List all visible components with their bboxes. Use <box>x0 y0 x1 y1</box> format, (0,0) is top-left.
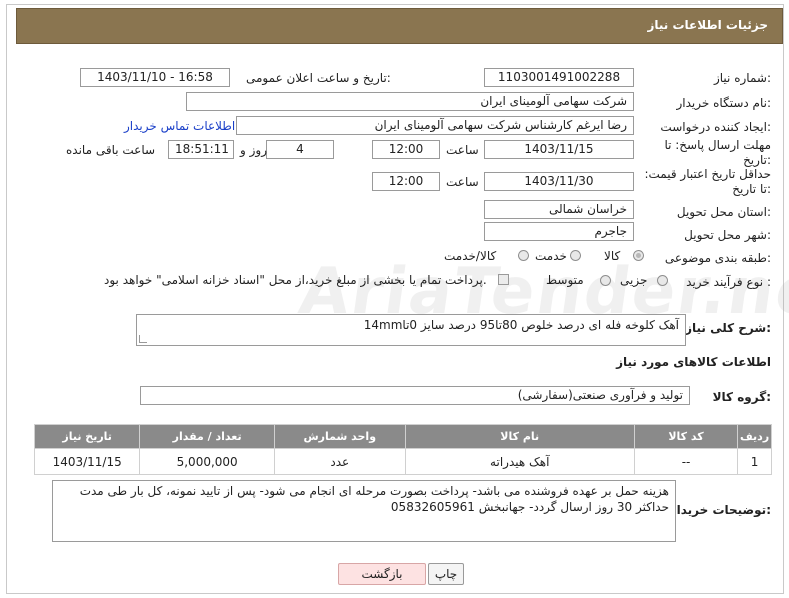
remaining-time-field: 18:51:11 <box>168 140 234 159</box>
goods-group-label: گروه کالا: <box>712 390 771 404</box>
deadline-label: مهلت ارسال پاسخ: تا تاریخ: <box>664 138 771 167</box>
description-label: شرح کلی نیاز: <box>685 321 771 335</box>
category-label: طبقه بندی موضوعی: <box>664 251 771 265</box>
col-header-unit: واحد شمارش <box>274 424 406 449</box>
col-header-date: تاریخ نیاز <box>33 424 141 449</box>
items-table: ردیف کد کالا نام کالا واحد شمارش تعداد /… <box>33 424 772 475</box>
creator-field: رضا ایرغم کارشناس شرکت سهامی آلومینای ای… <box>236 116 634 135</box>
deadline-date-field: 1403/11/15 <box>484 140 634 159</box>
process-label: نوع فرآیند خرید : <box>686 275 771 289</box>
process-small-label: جزیی <box>620 273 648 287</box>
announce-label: تاریخ و ساعت اعلان عمومی: <box>246 71 391 85</box>
remaining-label: ساعت باقی مانده <box>66 143 156 157</box>
cell-row-number: 1 <box>737 448 772 475</box>
cell-code: -- <box>633 448 739 475</box>
city-label: شهر محل تحویل: <box>684 228 771 242</box>
days-label: روز و <box>240 143 267 157</box>
validity-date-field: 1403/11/30 <box>484 172 634 191</box>
table-header-row: ردیف کد کالا نام کالا واحد شمارش تعداد /… <box>33 424 772 449</box>
contact-info-link[interactable]: اطلاعات تماس خریدار <box>124 119 235 133</box>
goods-group-field: تولید و فرآوری صنعتی(سفارشی) <box>140 386 690 405</box>
goods-section-title: اطلاعات کالاهای مورد نیاز <box>616 355 771 369</box>
notes-field: هزینه حمل بر عهده فروشنده می باشد- پرداخ… <box>52 480 676 542</box>
cell-name: آهک هیدراته <box>404 448 635 475</box>
process-small-radio[interactable] <box>657 275 668 286</box>
cell-date: 1403/11/15 <box>33 448 141 475</box>
notes-text: هزینه حمل بر عهده فروشنده می باشد- پرداخ… <box>79 484 669 514</box>
category-goods-service-label: کالا/خدمت <box>444 249 497 263</box>
page-title: جزئیات اطلاعات نیاز <box>647 18 768 32</box>
col-header-quantity: تعداد / مقدار <box>139 424 276 449</box>
category-goods-radio[interactable] <box>633 250 644 261</box>
notes-label: توضیحات خریدار: <box>669 503 771 517</box>
city-field: جاجرم <box>484 222 634 241</box>
announce-field: 1403/11/10 - 16:58 <box>80 68 230 87</box>
validity-time-label: ساعت <box>446 175 479 189</box>
back-button[interactable]: بازگشت <box>338 563 426 585</box>
process-medium-radio[interactable] <box>600 275 611 286</box>
payment-note: پرداخت تمام یا بخشی از مبلغ خرید،از محل … <box>104 273 487 287</box>
need-number-label: شماره نیاز: <box>713 71 771 85</box>
buyer-label: نام دستگاه خریدار: <box>676 96 772 110</box>
header-bar: جزئیات اطلاعات نیاز <box>16 8 783 44</box>
description-field: آهک کلوخه فله ای درصد خلوص 80تا95 درصد س… <box>136 314 686 346</box>
description-text: آهک کلوخه فله ای درصد خلوص 80تا95 درصد س… <box>363 318 679 332</box>
cell-quantity: 5,000,000 <box>139 448 276 475</box>
resize-handle-icon[interactable] <box>139 335 147 343</box>
category-goods-service-radio[interactable] <box>518 250 529 261</box>
col-header-row-number: ردیف <box>737 424 772 449</box>
table-row: 1 -- آهک هیدراته عدد 5,000,000 1403/11/1… <box>33 448 772 475</box>
deadline-time-field: 12:00 <box>372 140 440 159</box>
validity-label: حداقل تاریخ اعتبار قیمت: تا تاریخ: <box>644 167 771 196</box>
creator-label: ایجاد کننده درخواست: <box>660 120 771 134</box>
category-service-label: خدمت <box>535 249 567 263</box>
col-header-code: کد کالا <box>633 424 739 449</box>
province-label: استان محل تحویل: <box>676 205 771 219</box>
category-goods-label: کالا <box>604 249 621 263</box>
treasury-checkbox[interactable] <box>498 274 509 285</box>
process-medium-label: متوسط <box>546 273 584 287</box>
deadline-time-label: ساعت <box>446 143 479 157</box>
print-button[interactable]: چاپ <box>428 563 464 585</box>
need-number-field: 1103001491002288 <box>484 68 634 87</box>
province-field: خراسان شمالی <box>484 200 634 219</box>
cell-unit: عدد <box>274 448 406 475</box>
col-header-name: نام کالا <box>404 424 635 449</box>
days-field: 4 <box>266 140 334 159</box>
validity-time-field: 12:00 <box>372 172 440 191</box>
category-service-radio[interactable] <box>570 250 581 261</box>
buyer-field: شرکت سهامی آلومینای ایران <box>186 92 634 111</box>
